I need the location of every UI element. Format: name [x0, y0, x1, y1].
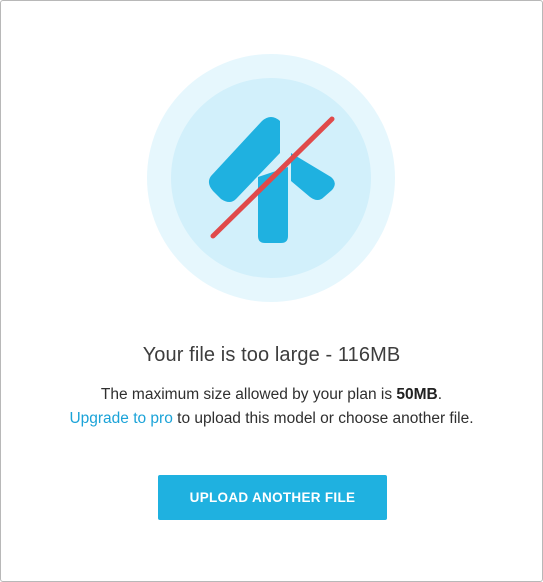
upgrade-suffix-text: to upload this model or choose another f… — [172, 410, 474, 427]
file-too-large-dialog: Your file is too large - 116MB The maxim… — [0, 0, 543, 582]
size-limit-value: 50MB — [396, 386, 438, 403]
upgrade-to-pro-link[interactable]: Upgrade to pro — [69, 410, 172, 427]
upload-arrow-crossed-icon — [147, 54, 395, 302]
size-limit-text: The maximum size allowed by your plan is… — [41, 385, 502, 404]
size-limit-suffix: . — [437, 386, 443, 403]
error-description: The maximum size allowed by your plan is… — [41, 385, 502, 428]
size-limit-prefix: The maximum size allowed by your plan is — [100, 386, 397, 403]
upload-another-file-button[interactable]: UPLOAD ANOTHER FILE — [158, 475, 387, 520]
error-title: Your file is too large - 116MB — [142, 344, 401, 366]
